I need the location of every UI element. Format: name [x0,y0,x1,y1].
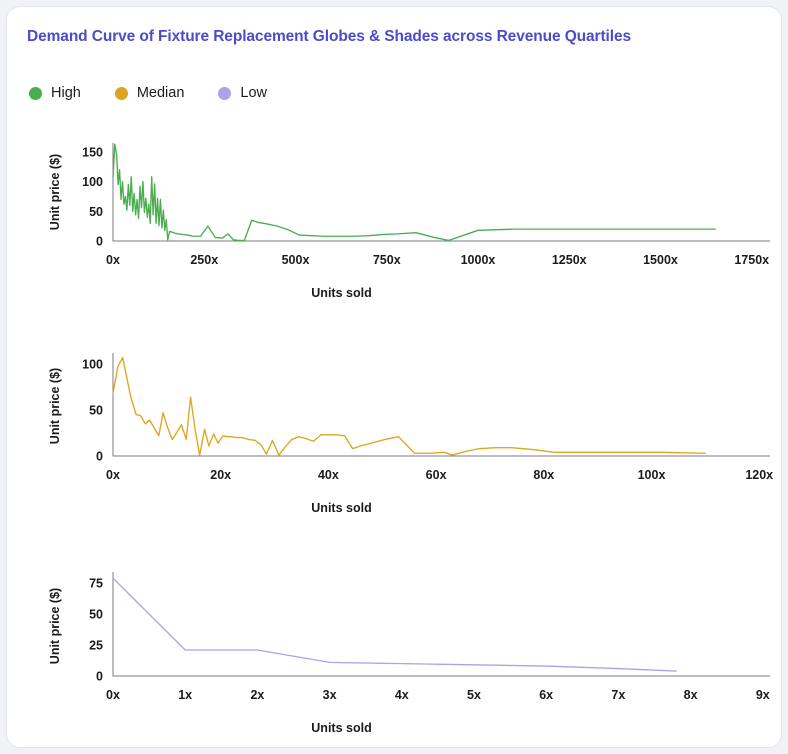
y-axis-label: Unit price ($) [48,154,62,230]
x-tick-label: 100x [638,468,666,482]
page-title: Demand Curve of Fixture Replacement Glob… [27,28,631,45]
series-line-high [112,143,716,242]
legend-label: Low [240,85,267,101]
x-axis-label: Units sold [311,286,371,300]
circle-marker-icon [29,86,42,100]
axis-spine [112,143,770,242]
panel-median: 0 50 100 0x 20x 40x 60x 80x 100x 120x Units sold Un… [7,339,781,529]
plot-area-median: 0 50 100 0x 20x 40x 60x 80x 100x 120x Units sold Un… [48,353,773,515]
x-tick-label: 1500x [643,253,678,267]
x-tick-label: 0x [106,688,120,702]
x-tick-label: 8x [684,688,698,702]
x-tick-label: 120x [745,468,773,482]
y-tick-label: 100 [82,175,103,189]
x-tick-label: 500x [282,253,310,267]
panel-low: 0 25 50 75 0x 1x 2x 3x 4x 5x 6x 7x 8x 9x Units sold Uni… [7,554,781,747]
x-tick-label: 60x [426,468,447,482]
screenshot-root: Demand Curve of Fixture Replacement Glob… [0,0,788,754]
plot-area-high: 0501001500x 250x 500x 750x 1000x 1250x 1500x 17… [48,143,770,300]
axis-spine [112,572,770,677]
legend-item-low[interactable]: Low [218,85,267,101]
x-tick-label: 1000x [461,253,496,267]
x-tick-label: 250x [190,253,218,267]
y-tick-label: 50 [89,404,103,418]
x-tick-label: 3x [323,688,337,702]
x-tick-label: 750x [373,253,401,267]
y-tick-label: 150 [82,145,103,159]
legend-item-high[interactable]: High [29,85,81,101]
y-axis-label: Unit price ($) [48,368,62,444]
chart-card: Demand Curve of Fixture Replacement Glob… [6,6,782,748]
series-line-median [112,356,707,456]
x-tick-label: 40x [318,468,339,482]
y-tick-label: 100 [82,358,103,372]
y-tick-label: 0 [96,670,103,684]
x-tick-label: 80x [533,468,554,482]
series-line-low [112,577,677,672]
y-tick-label: 50 [89,205,103,219]
y-axis-label: Unit price ($) [48,588,62,664]
y-tick-label: 50 [89,608,103,622]
y-tick-label: 0 [96,235,103,249]
legend-label: Median [136,85,185,101]
x-tick-label: 0x [106,468,120,482]
plot-area-low: 0 25 50 75 0x 1x 2x 3x 4x 5x 6x 7x 8x 9x Units sold Uni… [48,572,770,735]
x-axis-label: Units sold [311,721,371,735]
x-tick-label: 6x [539,688,553,702]
x-tick-label: 0x [106,253,120,267]
x-tick-label: 9x [756,688,770,702]
x-tick-label: 2x [250,688,264,702]
y-tick-label: 0 [96,450,103,464]
legend-item-median[interactable]: Median [114,85,185,101]
x-tick-label: 20x [210,468,231,482]
x-tick-label: 4x [395,688,409,702]
panel-high: 0 50 100 150 0x 250x 500x 750x 1000x 1250x 1500x 17… [7,125,781,315]
x-tick-label: 1x [178,688,192,702]
y-tick-label: 25 [89,639,103,653]
x-tick-label: 5x [467,688,481,702]
x-tick-label: 1750x [734,253,769,267]
x-axis-label: Units sold [311,501,371,515]
chart-legend: High Median Low [29,85,301,101]
y-tick-label: 75 [89,577,103,591]
x-tick-label: 7x [611,688,625,702]
circle-marker-icon [114,86,128,100]
legend-label: High [51,85,81,101]
x-tick-label: 1250x [552,253,587,267]
circle-marker-icon [218,86,232,100]
